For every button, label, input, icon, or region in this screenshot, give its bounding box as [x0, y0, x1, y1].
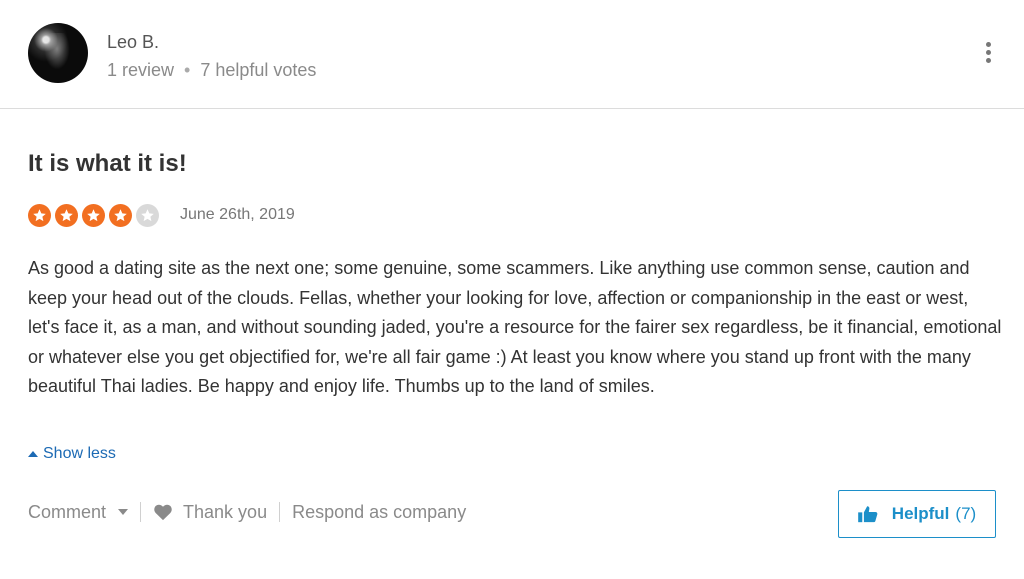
helpful-count: (7)	[955, 504, 977, 523]
caret-up-icon	[28, 451, 38, 457]
heart-icon	[154, 504, 172, 521]
star-filled-icon	[55, 204, 78, 227]
reviewer-header: Leo B. 1 review • 7 helpful votes	[0, 0, 1024, 109]
star-rating	[28, 204, 159, 227]
helpful-button[interactable]: Helpful (7)	[838, 490, 996, 538]
thumbs-up-icon	[857, 506, 878, 523]
review-count: 1 review	[107, 60, 175, 80]
meta-separator: •	[184, 60, 191, 80]
show-less-link[interactable]: Show less	[28, 445, 116, 463]
action-divider	[140, 502, 142, 522]
helpful-votes-count: 7 helpful votes	[200, 60, 317, 80]
comment-label: Comment	[28, 501, 107, 522]
more-vertical-icon[interactable]	[980, 42, 996, 66]
star-filled-icon	[28, 204, 51, 227]
review-date: June 26th, 2019	[180, 206, 295, 223]
review-title: It is what it is!	[28, 150, 187, 177]
action-divider	[279, 502, 281, 522]
respond-label: Respond as company	[292, 501, 467, 522]
star-empty-icon	[136, 204, 159, 227]
thank-you-button[interactable]: Thank you	[153, 502, 267, 523]
show-less-label: Show less	[43, 445, 116, 462]
thank-you-label: Thank you	[183, 501, 268, 522]
respond-as-company-link[interactable]: Respond as company	[292, 502, 466, 523]
review-body: As good a dating site as the next one; s…	[28, 258, 1002, 396]
star-filled-icon	[82, 204, 105, 227]
reviewer-stats: 1 review • 7 helpful votes	[107, 60, 316, 81]
reviewer-name[interactable]: Leo B.	[107, 32, 159, 53]
caret-down-icon	[118, 509, 129, 515]
review-actions: Comment Thank you Respond as company	[28, 500, 466, 524]
avatar[interactable]	[28, 23, 88, 83]
helpful-label: Helpful	[891, 504, 950, 523]
star-filled-icon	[109, 204, 132, 227]
comment-button[interactable]: Comment	[28, 501, 129, 523]
